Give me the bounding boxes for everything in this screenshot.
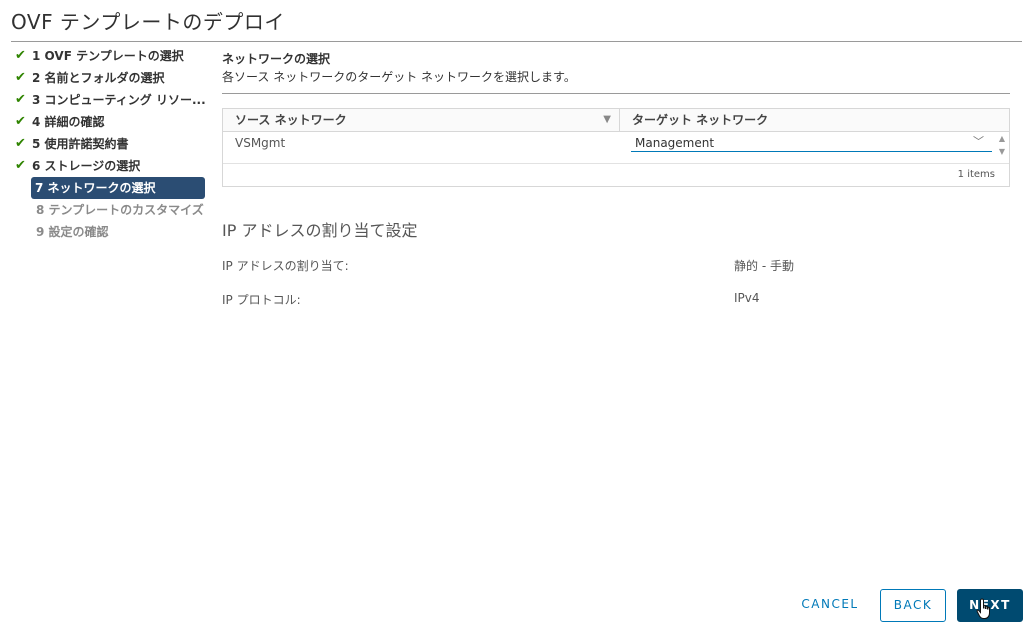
- section-title: ネットワークの選択: [222, 52, 331, 66]
- target-network-select[interactable]: Management ﹀: [631, 132, 992, 152]
- ip-protocol-row: IP プロトコル: IPv4: [222, 291, 1010, 307]
- step-label: 5 使用許諾契約書: [32, 137, 129, 151]
- step-9: 9 設定の確認: [15, 221, 207, 243]
- check-icon: ✔: [15, 136, 26, 151]
- section-description: 各ソース ネットワークのターゲット ネットワークを選択します。: [222, 66, 1010, 94]
- filter-icon[interactable]: ▼: [603, 109, 611, 131]
- dialog-title: OVF テンプレートのデプロイ: [11, 6, 1022, 42]
- column-label: ソース ネットワーク: [235, 113, 347, 127]
- grid-footer: 1 items: [957, 169, 995, 180]
- select-value: Management: [635, 136, 715, 150]
- source-network-cell: VSMgmt: [235, 136, 286, 150]
- network-grid: ソース ネットワーク ▼ ターゲット ネットワーク VSMgmt Managem…: [222, 108, 1010, 187]
- check-icon: ✔: [15, 70, 26, 85]
- step-3[interactable]: ✔ 3 コンピューティング リソー...: [15, 89, 207, 111]
- column-header-target[interactable]: ターゲット ネットワーク: [620, 109, 1009, 131]
- column-header-source[interactable]: ソース ネットワーク ▼: [223, 109, 620, 131]
- ip-protocol-label: IP プロトコル:: [222, 293, 301, 307]
- hand-cursor-icon: [976, 598, 990, 619]
- step-2[interactable]: ✔ 2 名前とフォルダの選択: [15, 67, 207, 89]
- ip-allocation-value: 静的 - 手動: [734, 259, 794, 273]
- scroll-down-icon[interactable]: ▼: [995, 145, 1009, 158]
- ip-section-title: IP アドレスの割り当て設定: [222, 221, 418, 240]
- grid-scrollbar[interactable]: ▲ ▼: [995, 132, 1009, 163]
- step-7-active[interactable]: 7 ネットワークの選択: [31, 177, 205, 199]
- step-4[interactable]: ✔ 4 詳細の確認: [15, 111, 207, 133]
- check-icon: ✔: [15, 158, 26, 173]
- ip-allocation-row: IP アドレスの割り当て: 静的 - 手動: [222, 257, 1010, 273]
- step-label: 1 OVF テンプレートの選択: [32, 49, 184, 63]
- grid-header: ソース ネットワーク ▼ ターゲット ネットワーク: [223, 109, 1009, 132]
- scroll-up-icon[interactable]: ▲: [995, 132, 1009, 145]
- step-8: 8 テンプレートのカスタマイズ: [15, 199, 207, 221]
- check-icon: ✔: [15, 92, 26, 107]
- step-label: 2 名前とフォルダの選択: [32, 71, 165, 85]
- step-label: 7 ネットワークの選択: [35, 181, 156, 195]
- check-icon: ✔: [15, 48, 26, 63]
- ip-protocol-value: IPv4: [734, 291, 760, 305]
- ip-allocation-label: IP アドレスの割り当て:: [222, 259, 349, 273]
- wizard-steps: ✔ 1 OVF テンプレートの選択 ✔ 2 名前とフォルダの選択 ✔ 3 コンピ…: [15, 45, 207, 243]
- step-label: 8 テンプレートのカスタマイズ: [36, 203, 204, 217]
- step-label: 9 設定の確認: [36, 225, 109, 239]
- table-row: VSMgmt Management ﹀ ▲ ▼: [223, 132, 1009, 164]
- step-label: 4 詳細の確認: [32, 115, 105, 129]
- target-network-cell: Management ﹀: [619, 132, 993, 163]
- step-5[interactable]: ✔ 5 使用許諾契約書: [15, 133, 207, 155]
- chevron-down-icon: ﹀: [973, 135, 984, 148]
- step-label: 3 コンピューティング リソー...: [32, 93, 206, 107]
- back-button[interactable]: BACK: [880, 589, 946, 622]
- check-icon: ✔: [15, 114, 26, 129]
- step-label: 6 ストレージの選択: [32, 159, 141, 173]
- step-1[interactable]: ✔ 1 OVF テンプレートの選択: [15, 45, 207, 67]
- cancel-button[interactable]: CANCEL: [796, 589, 864, 622]
- step-6[interactable]: ✔ 6 ストレージの選択: [15, 155, 207, 177]
- main-content: ネットワークの選択 各ソース ネットワークのターゲット ネットワークを選択します…: [222, 50, 1010, 307]
